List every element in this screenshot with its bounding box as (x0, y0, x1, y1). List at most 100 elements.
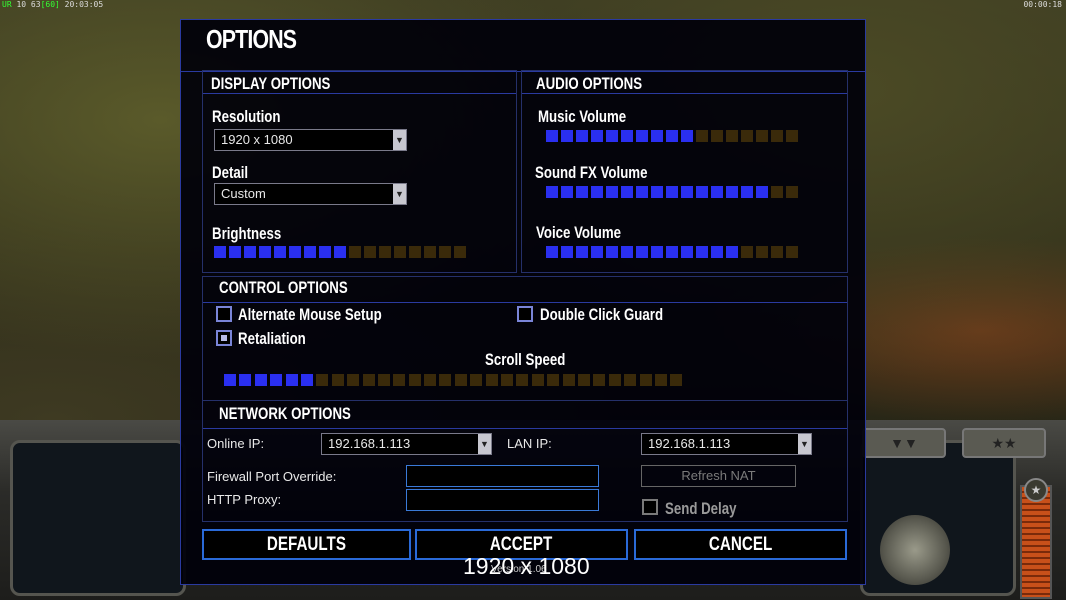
slider-segment[interactable] (546, 246, 558, 258)
slider-segment[interactable] (244, 246, 256, 258)
resolution-dropdown[interactable]: 1920 x 1080 ▼ (214, 129, 407, 151)
slider-segment[interactable] (377, 374, 390, 386)
slider-segment[interactable] (224, 374, 236, 386)
slider-segment[interactable] (214, 246, 226, 258)
slider-segment[interactable] (331, 374, 344, 386)
slider-segment[interactable] (408, 374, 421, 386)
slider-segment[interactable] (639, 374, 652, 386)
slider-segment[interactable] (593, 374, 606, 386)
slider-segment[interactable] (546, 186, 558, 198)
slider-segment[interactable] (726, 186, 738, 198)
refresh-nat-button[interactable]: Refresh NAT (641, 465, 796, 487)
slider-segment[interactable] (424, 246, 436, 258)
slider-segment[interactable] (651, 246, 663, 258)
slider-segment[interactable] (424, 374, 437, 386)
slider-segment[interactable] (756, 130, 768, 142)
music-volume-slider[interactable] (546, 130, 798, 142)
slider-segment[interactable] (577, 374, 590, 386)
slider-segment[interactable] (239, 374, 252, 386)
slider-segment[interactable] (670, 374, 683, 386)
alternate-mouse-checkbox[interactable] (216, 306, 232, 322)
slider-segment[interactable] (771, 246, 783, 258)
slider-segment[interactable] (591, 186, 603, 198)
slider-segment[interactable] (531, 374, 544, 386)
slider-segment[interactable] (561, 130, 573, 142)
slider-segment[interactable] (393, 374, 406, 386)
online-ip-dropdown[interactable]: 192.168.1.113 ▼ (321, 433, 492, 455)
slider-segment[interactable] (786, 130, 798, 142)
slider-segment[interactable] (636, 186, 648, 198)
slider-segment[interactable] (696, 246, 708, 258)
slider-segment[interactable] (576, 246, 588, 258)
slider-segment[interactable] (606, 186, 618, 198)
sound-fx-volume-slider[interactable] (546, 186, 798, 198)
slider-segment[interactable] (741, 246, 753, 258)
slider-segment[interactable] (696, 130, 708, 142)
slider-segment[interactable] (439, 374, 452, 386)
slider-segment[interactable] (516, 374, 529, 386)
slider-segment[interactable] (726, 246, 738, 258)
defaults-button[interactable]: DEFAULTS (202, 529, 411, 560)
slider-segment[interactable] (606, 246, 618, 258)
slider-segment[interactable] (470, 374, 483, 386)
slider-segment[interactable] (771, 130, 783, 142)
slider-segment[interactable] (711, 130, 723, 142)
chevron-down-icon[interactable]: ▼ (393, 184, 406, 204)
slider-segment[interactable] (316, 374, 329, 386)
slider-segment[interactable] (347, 374, 360, 386)
slider-segment[interactable] (606, 130, 618, 142)
slider-segment[interactable] (621, 246, 633, 258)
slider-segment[interactable] (561, 186, 573, 198)
slider-segment[interactable] (621, 130, 633, 142)
slider-segment[interactable] (741, 130, 753, 142)
slider-segment[interactable] (349, 246, 361, 258)
firewall-port-input[interactable] (406, 465, 599, 487)
slider-segment[interactable] (562, 374, 575, 386)
slider-segment[interactable] (681, 186, 693, 198)
slider-segment[interactable] (651, 130, 663, 142)
slider-segment[interactable] (726, 130, 738, 142)
slider-segment[interactable] (454, 374, 467, 386)
slider-segment[interactable] (651, 186, 663, 198)
slider-segment[interactable] (546, 130, 558, 142)
slider-segment[interactable] (439, 246, 451, 258)
slider-segment[interactable] (591, 246, 603, 258)
slider-segment[interactable] (786, 186, 798, 198)
slider-segment[interactable] (621, 186, 633, 198)
slider-segment[interactable] (654, 374, 667, 386)
slider-segment[interactable] (666, 246, 678, 258)
slider-segment[interactable] (561, 246, 573, 258)
slider-segment[interactable] (681, 130, 693, 142)
slider-segment[interactable] (289, 246, 301, 258)
slider-segment[interactable] (334, 246, 346, 258)
slider-segment[interactable] (696, 186, 708, 198)
chevron-down-icon[interactable]: ▼ (393, 130, 406, 150)
slider-segment[interactable] (711, 186, 723, 198)
slider-segment[interactable] (485, 374, 498, 386)
slider-segment[interactable] (576, 186, 588, 198)
voice-volume-slider[interactable] (546, 246, 798, 258)
slider-segment[interactable] (756, 246, 768, 258)
slider-segment[interactable] (409, 246, 421, 258)
brightness-slider[interactable] (214, 246, 466, 258)
slider-segment[interactable] (786, 246, 798, 258)
slider-segment[interactable] (285, 374, 298, 386)
slider-segment[interactable] (636, 130, 648, 142)
http-proxy-input[interactable] (406, 489, 599, 511)
send-delay-checkbox[interactable] (642, 499, 658, 515)
slider-segment[interactable] (394, 246, 406, 258)
slider-segment[interactable] (454, 246, 466, 258)
slider-segment[interactable] (771, 186, 783, 198)
detail-dropdown[interactable]: Custom ▼ (214, 183, 407, 205)
slider-segment[interactable] (576, 130, 588, 142)
scroll-speed-slider[interactable] (224, 374, 683, 386)
slider-segment[interactable] (362, 374, 375, 386)
cancel-button[interactable]: CANCEL (634, 529, 847, 560)
slider-segment[interactable] (608, 374, 621, 386)
slider-segment[interactable] (274, 246, 286, 258)
chevron-down-icon[interactable]: ▼ (478, 434, 491, 454)
slider-segment[interactable] (711, 246, 723, 258)
double-click-guard-checkbox[interactable] (517, 306, 533, 322)
slider-segment[interactable] (591, 130, 603, 142)
slider-segment[interactable] (624, 374, 637, 386)
